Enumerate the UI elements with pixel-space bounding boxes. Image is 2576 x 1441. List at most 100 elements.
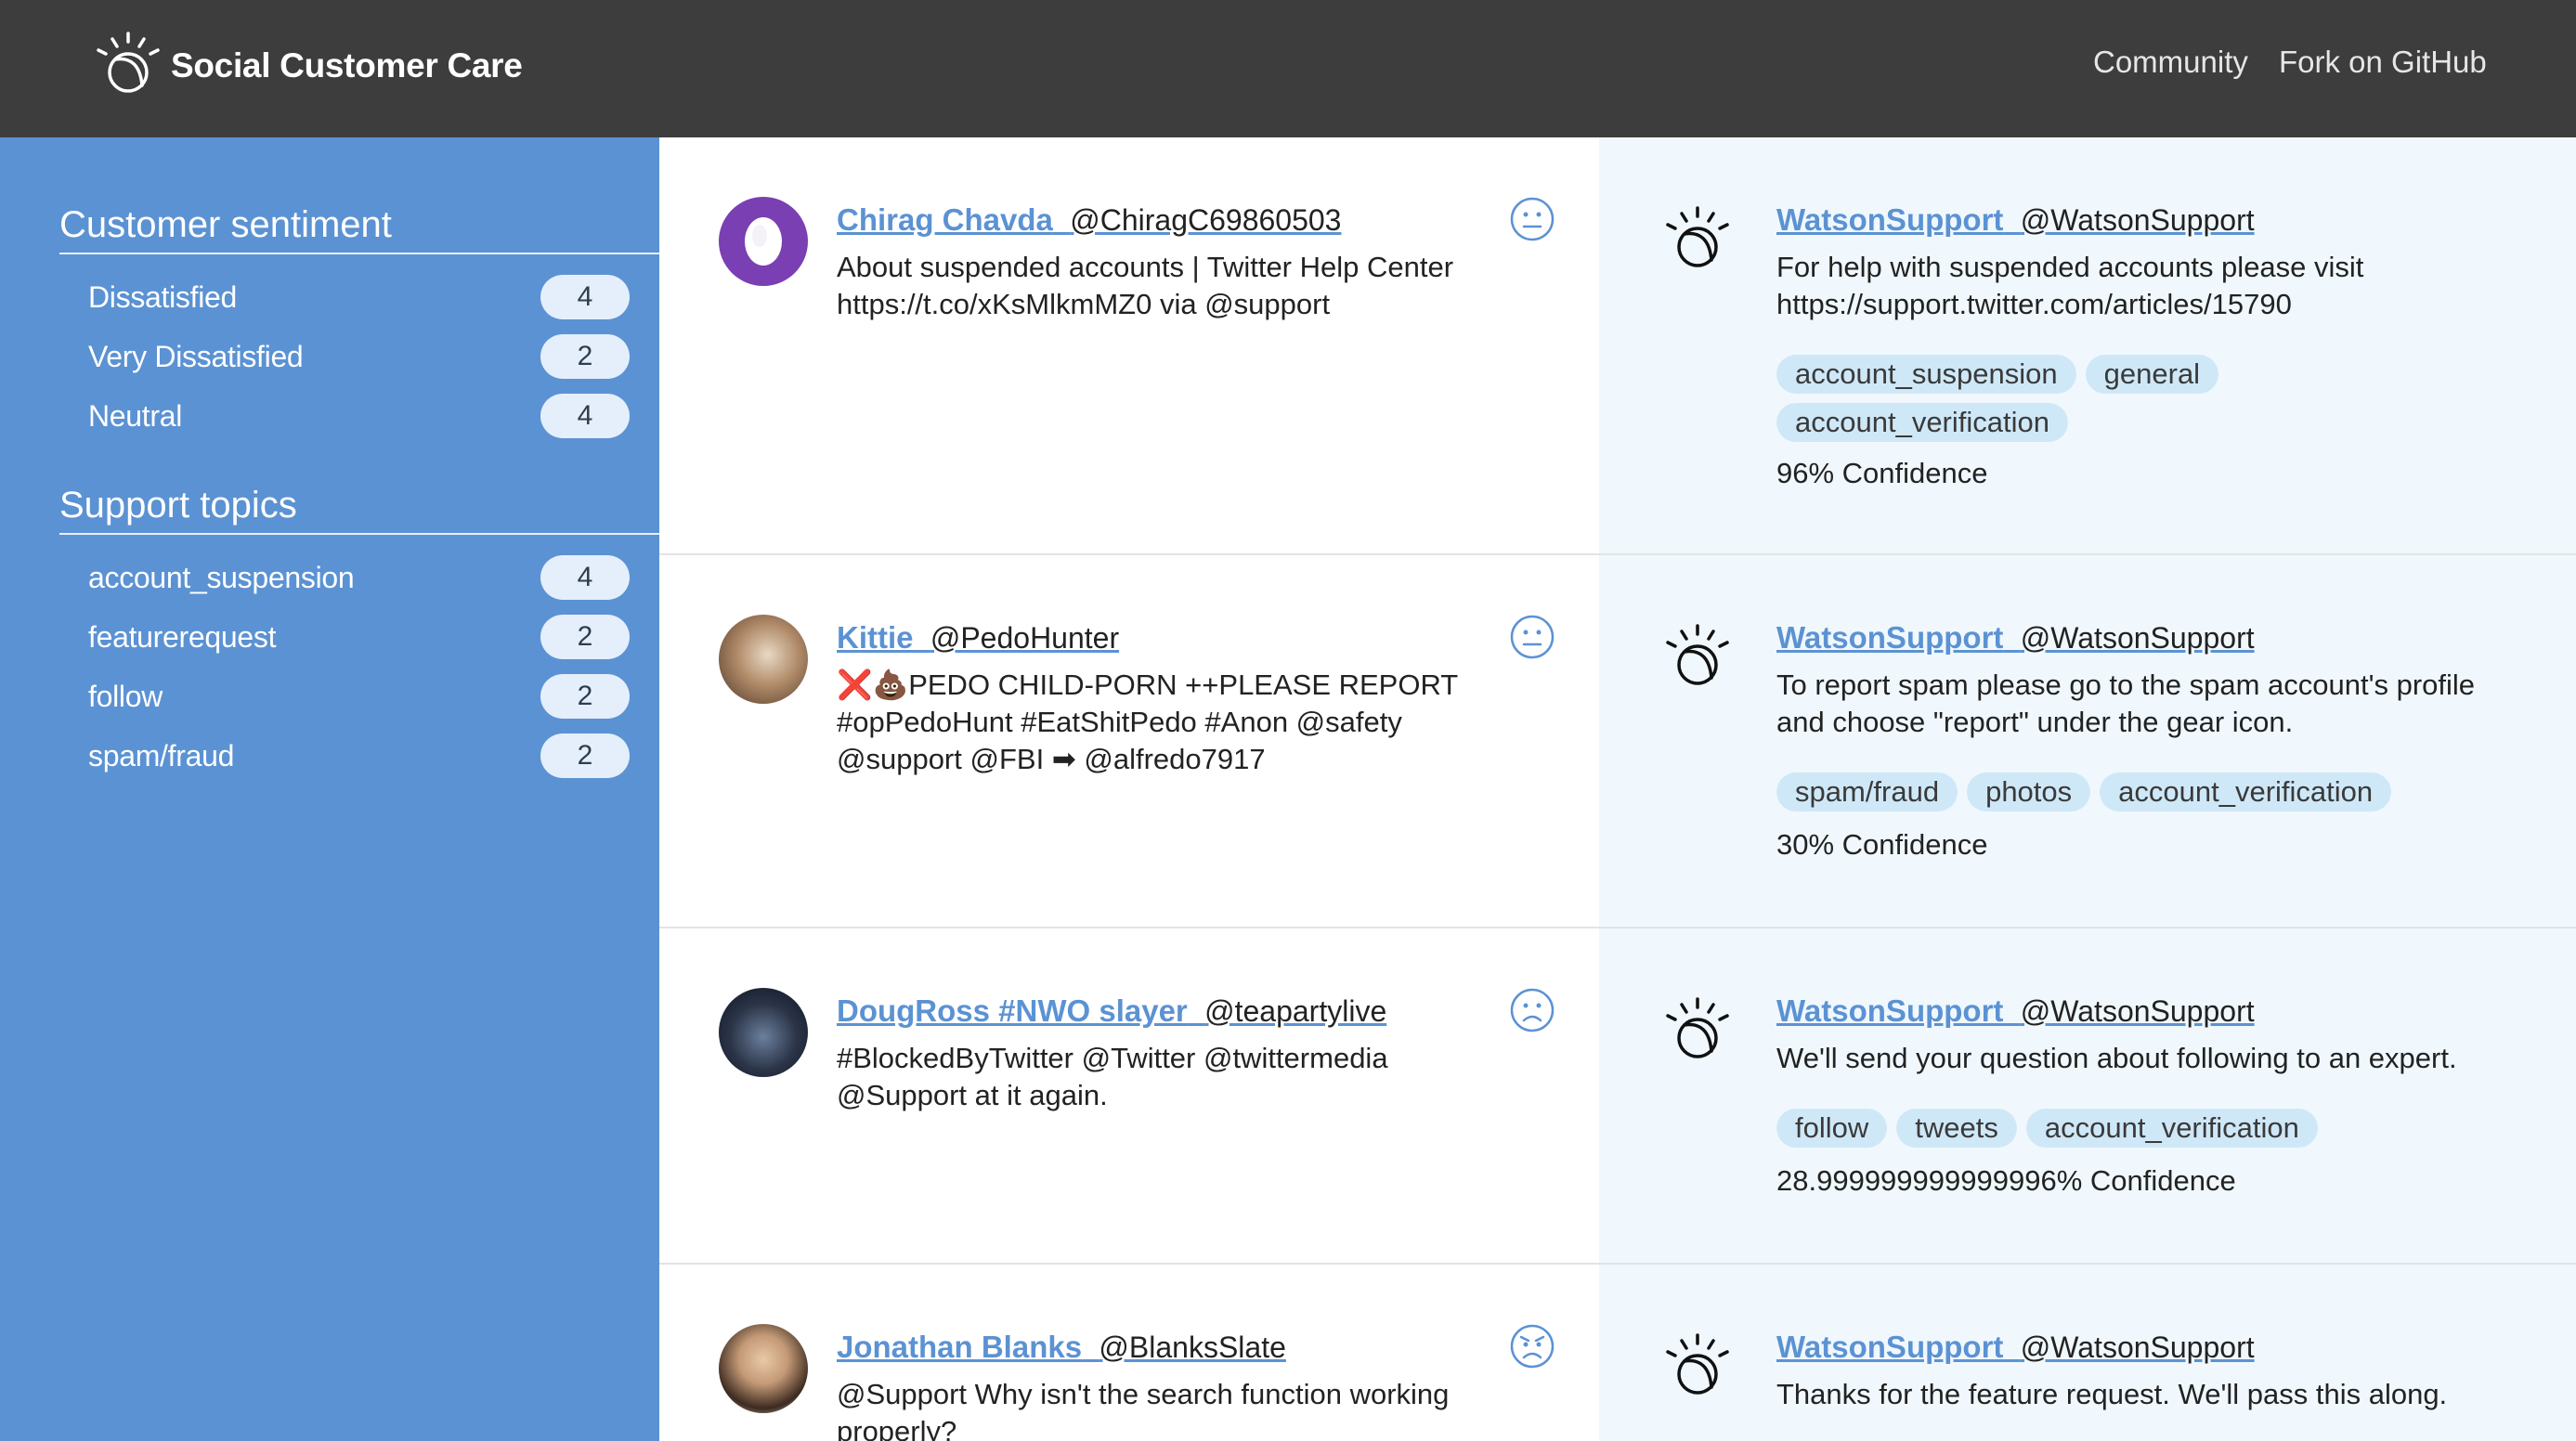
watson-support-link[interactable]: WatsonSupport <box>1776 993 2003 1028</box>
watson-support-link[interactable]: WatsonSupport <box>1776 620 2003 655</box>
topic-tag: tweets <box>1896 1109 2017 1148</box>
confidence-score: 28.999999999999996% Confidence <box>1776 1164 2236 1197</box>
count-badge: 4 <box>540 555 630 600</box>
response-panel <box>1599 928 2576 1265</box>
tweet-row: DougRoss #NWO slayer @teapartylive #Bloc… <box>659 928 2576 1265</box>
filter-label: Dissatisfied <box>88 280 238 314</box>
user-name-link[interactable]: Kittie <box>837 620 914 655</box>
community-link[interactable]: Community <box>2093 45 2248 80</box>
tweet-line: @Support at it again. <box>837 1079 1108 1111</box>
tweet-row: Chirag Chavda @ChiragC69860503 About sus… <box>659 137 2576 555</box>
topic-tag: account_suspension <box>1776 355 2076 394</box>
filter-label: spam/fraud <box>88 739 235 772</box>
sad-face-icon <box>1510 988 1555 1032</box>
tweet-line: @Support Why isn't the search function w… <box>837 1378 1450 1410</box>
filter-label: featurerequest <box>88 620 277 654</box>
watson-avatar-icon <box>1666 624 1729 685</box>
response-handle: @WatsonSupport <box>2020 621 2255 655</box>
topic-tag: account_verification <box>2100 772 2392 811</box>
tweet-text: ❌💩PEDO CHILD-PORN ++PLEASE REPORT #opPed… <box>837 667 1505 778</box>
app-title: Social Customer Care <box>171 46 523 84</box>
response-line: and choose "report" under the gear icon. <box>1776 706 2294 738</box>
topic-filter-follow[interactable]: follow 2 <box>88 674 630 720</box>
angry-face-icon <box>1510 1324 1555 1369</box>
tweet-row: Kittie @PedoHunter ❌💩PEDO CHILD-PORN ++P… <box>659 555 2576 928</box>
response-text: Thanks for the feature request. We'll pa… <box>1776 1376 2538 1413</box>
user-name-link[interactable]: DougRoss #NWO slayer <box>837 993 1188 1028</box>
tweet-line: #opPedoHunt #EatShitPedo #Anon @safety <box>837 706 1402 738</box>
count-badge: 2 <box>540 733 630 778</box>
watson-support-link[interactable]: WatsonSupport <box>1776 1330 2003 1364</box>
tweet-line: properly? <box>837 1415 957 1441</box>
response-line: https://support.twitter.com/articles/157… <box>1776 288 2292 320</box>
count-badge: 2 <box>540 615 630 659</box>
tweet-line: @support @FBI ➡ @alfredo7917 <box>837 743 1266 775</box>
tweet-text: About suspended accounts | Twitter Help … <box>837 249 1505 323</box>
response-line: For help with suspended accounts please … <box>1776 251 2364 283</box>
response-handle: @WatsonSupport <box>2020 994 2255 1028</box>
filter-label: Neutral <box>88 399 183 433</box>
response-text: For help with suspended accounts please … <box>1776 249 2538 323</box>
confidence-score: 30% Confidence <box>1776 828 1988 861</box>
response-line: We'll send your question about following… <box>1776 1042 2457 1074</box>
topic-filter-spam-fraud[interactable]: spam/fraud 2 <box>88 733 630 780</box>
user-handle: @BlanksSlate <box>1099 1331 1286 1364</box>
topic-filter-account-suspension[interactable]: account_suspension 4 <box>88 555 630 602</box>
avatar <box>719 1324 808 1413</box>
neutral-face-icon <box>1510 197 1555 241</box>
response-line: Thanks for the feature request. We'll pa… <box>1776 1378 2448 1410</box>
topic-filter-featurerequest[interactable]: featurerequest 2 <box>88 615 630 661</box>
fork-on-github-link[interactable]: Fork on GitHub <box>2279 45 2487 80</box>
watson-avatar-icon <box>1666 997 1729 1058</box>
topic-tags: spam/fraud photos account_verification <box>1776 772 2538 821</box>
topic-tag: account_verification <box>1776 403 2068 442</box>
filter-label: follow <box>88 680 163 713</box>
count-badge: 4 <box>540 275 630 319</box>
tweet-text: #BlockedByTwitter @Twitter @twittermedia… <box>837 1040 1505 1114</box>
topic-tag: general <box>2085 355 2219 394</box>
tweet-line: About suspended accounts | Twitter Help … <box>837 251 1454 283</box>
tweet-line: ❌💩PEDO CHILD-PORN ++PLEASE REPORT <box>837 669 1459 701</box>
sidebar: Customer sentiment Dissatisfied 4 Very D… <box>0 137 659 1441</box>
sentiment-filter-dissatisfied[interactable]: Dissatisfied 4 <box>88 275 630 321</box>
user-handle: @ChiragC69860503 <box>1070 203 1342 237</box>
sentiment-filter-neutral[interactable]: Neutral 4 <box>88 394 630 440</box>
response-panel <box>1599 137 2576 555</box>
response-handle: @WatsonSupport <box>2020 1331 2255 1364</box>
topic-tag: account_verification <box>2025 1109 2318 1148</box>
user-handle: @PedoHunter <box>930 621 1120 655</box>
watson-avatar-icon <box>1666 206 1729 267</box>
sentiment-filter-very-dissatisfied[interactable]: Very Dissatisfied 2 <box>88 334 630 381</box>
topic-tags: follow tweets account_verification <box>1776 1109 2538 1157</box>
user-handle: @teapartylive <box>1204 994 1387 1028</box>
response-handle: @WatsonSupport <box>2020 203 2255 237</box>
tweet-row: Jonathan Blanks @BlanksSlate @Support Wh… <box>659 1265 2576 1441</box>
avatar <box>719 615 808 704</box>
watson-avatar-icon <box>1666 1333 1729 1395</box>
avatar <box>719 197 808 286</box>
filter-label: Very Dissatisfied <box>88 340 304 373</box>
filter-label: account_suspension <box>88 561 355 594</box>
topic-tag: photos <box>1967 772 2091 811</box>
confidence-score: 96% Confidence <box>1776 457 1988 489</box>
tweet-line: https://t.co/xKsMlkmMZ0 via @support <box>837 288 1331 320</box>
count-badge: 2 <box>540 334 630 379</box>
neutral-face-icon <box>1510 615 1555 659</box>
support-topics-heading: Support topics <box>59 485 297 526</box>
count-badge: 2 <box>540 674 630 719</box>
response-line: To report spam please go to the spam acc… <box>1776 669 2476 701</box>
customer-sentiment-heading: Customer sentiment <box>59 204 392 245</box>
response-text: We'll send your question about following… <box>1776 1040 2538 1077</box>
count-badge: 4 <box>540 394 630 438</box>
section-divider <box>59 533 659 535</box>
response-panel <box>1599 555 2576 928</box>
section-divider <box>59 253 659 254</box>
user-name-link[interactable]: Jonathan Blanks <box>837 1330 1082 1364</box>
user-name-link[interactable]: Chirag Chavda <box>837 202 1053 237</box>
topic-tag: spam/fraud <box>1776 772 1958 811</box>
avatar <box>719 988 808 1077</box>
tweet-text: @Support Why isn't the search function w… <box>837 1376 1505 1441</box>
watson-support-link[interactable]: WatsonSupport <box>1776 202 2003 237</box>
watson-logo-icon <box>97 32 160 93</box>
response-text: To report spam please go to the spam acc… <box>1776 667 2538 741</box>
